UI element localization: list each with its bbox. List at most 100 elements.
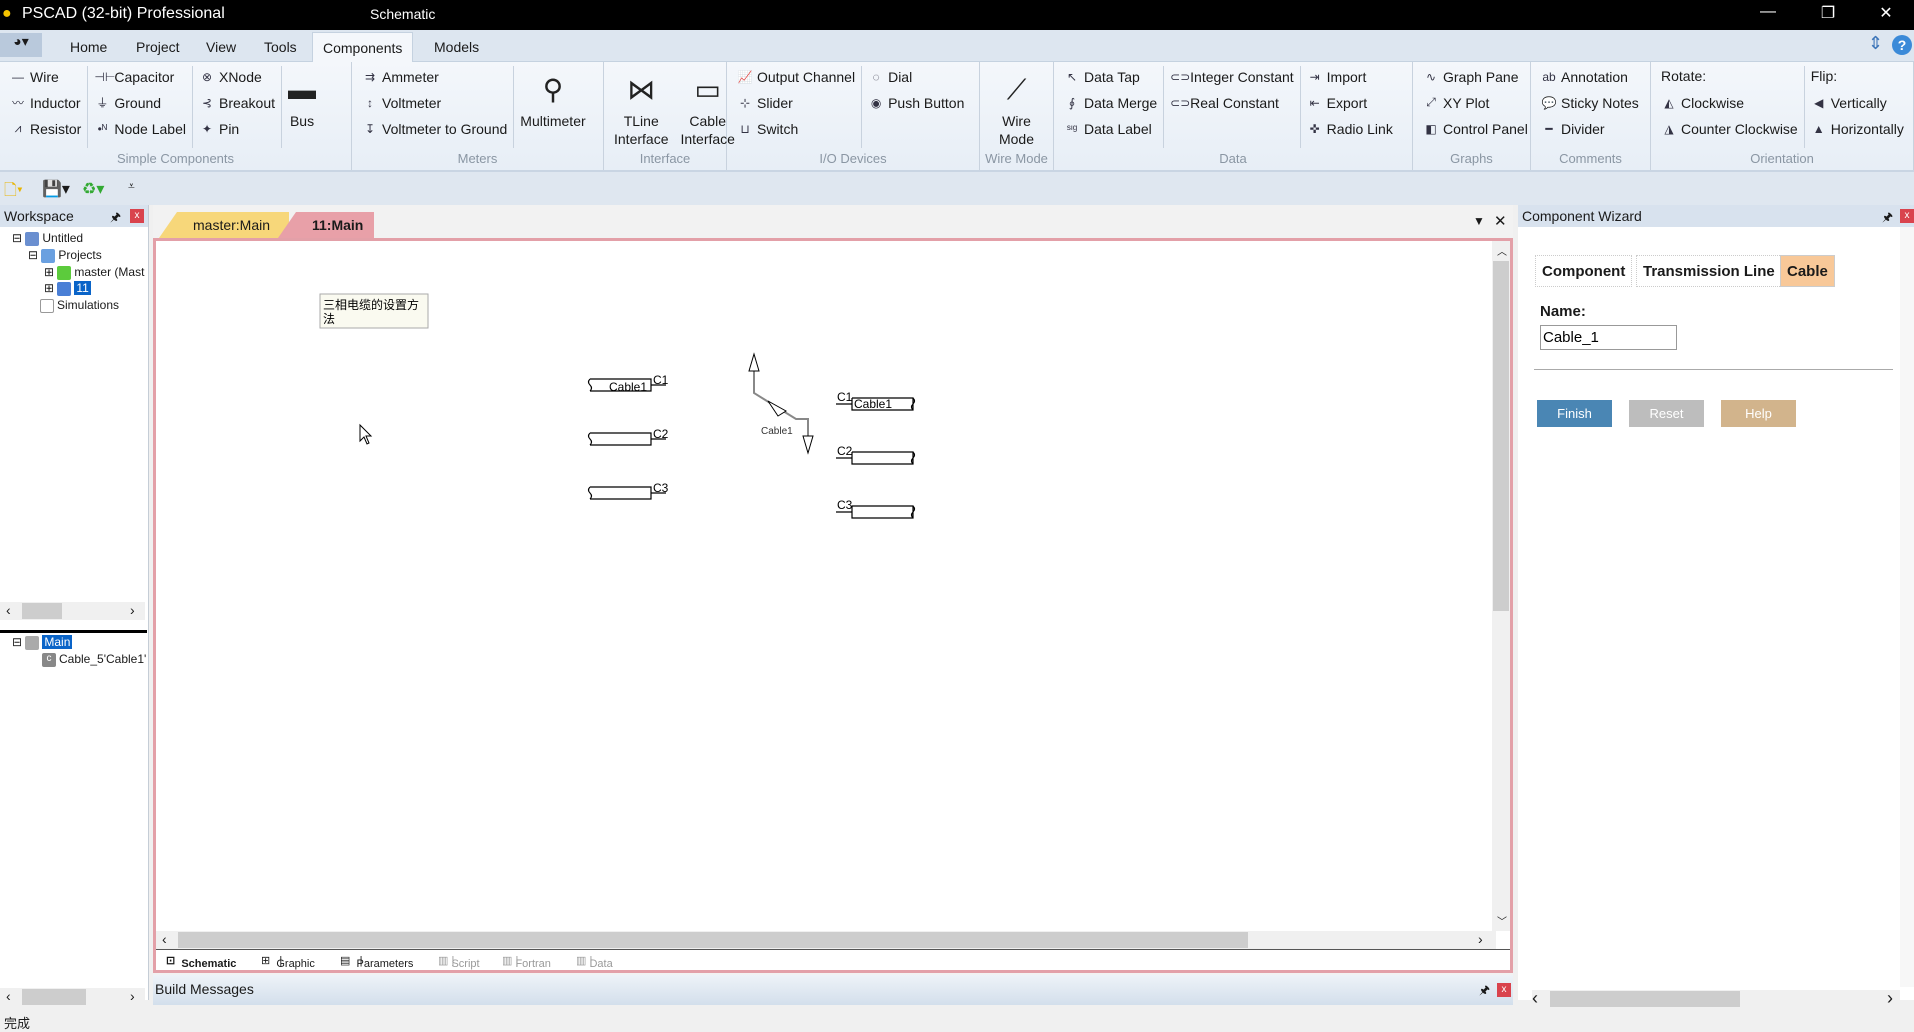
slider-button[interactable]: ⊹ Slider [737, 92, 855, 113]
ribbon-column: Rotate: ◭ Clockwise ◮ Counter Clockwise [1655, 66, 1805, 148]
ground-button[interactable]: ⏚ Ground [94, 92, 186, 113]
push-button-button[interactable]: ◉ Push Button [868, 92, 965, 113]
app-menu-button[interactable]: ◕▾ [0, 33, 42, 57]
inductor-button[interactable]: 〰 Inductor [10, 92, 81, 113]
annotation-button[interactable]: ab Annotation [1541, 66, 1639, 87]
flip-horizontally-button[interactable]: ▲ Horizontally [1811, 118, 1904, 139]
switch-icon: ⊔ [740, 121, 750, 136]
switch-button[interactable]: ⊔ Switch [737, 118, 855, 139]
doc-tab-11-main[interactable]: 11:Main [278, 212, 374, 238]
workspace-hscrollbar-2[interactable]: ‹ › [0, 988, 145, 1006]
tab-home[interactable]: Home [60, 36, 117, 58]
component-icon: c [42, 652, 56, 667]
ribbon-collapse-icon[interactable]: ⇕ [1868, 33, 1883, 54]
close-button[interactable]: ✕ [1866, 3, 1906, 23]
workspace-hscrollbar[interactable]: ‹ › [0, 602, 145, 620]
tab-tools[interactable]: Tools [254, 36, 307, 58]
breakout-button[interactable]: ⊰ Breakout [199, 92, 275, 113]
restore-button[interactable]: ❐ [1808, 3, 1848, 23]
xy-plot-button[interactable]: ⤢ XY Plot [1423, 92, 1528, 113]
flip-vertically-button[interactable]: ◀ Vertically [1811, 92, 1904, 113]
customize-icon[interactable]: ⩡ [128, 179, 135, 194]
integer-constant-button[interactable]: ⊂⊃ Integer Constant [1170, 66, 1294, 87]
pin-icon[interactable]: 🖈 [110, 208, 121, 229]
data-merge-button[interactable]: ∮ Data Merge [1064, 92, 1157, 113]
output-channel-button[interactable]: 📈 Output Channel [737, 66, 856, 87]
schematic-canvas[interactable]: 三相电缆的设置方 法 Cable1 C1 C2 C3 Cable1 C1 C2 … [156, 241, 1496, 931]
canvas-vscrollbar[interactable]: ︿ ﹀ [1492, 241, 1510, 931]
ammeter-button[interactable]: ⇉ Ammeter [362, 66, 507, 87]
tree-item-master[interactable]: ⊞ master (Mast [44, 265, 144, 280]
voltmeter-to-ground-button[interactable]: ↧ Voltmeter to Ground [362, 118, 507, 139]
tab-components[interactable]: Components [312, 32, 414, 63]
view-tab-data[interactable]: ▥ Data | [576, 954, 613, 970]
new-icon[interactable]: 🗋▾ [4, 179, 23, 206]
cable-selection-glyph[interactable] [748, 352, 814, 455]
multimeter-icon: ⚲ [542, 74, 564, 105]
button-label: Vertically [1830, 94, 1887, 111]
tree-item-cable[interactable]: c Cable_5'Cable1' [42, 652, 146, 667]
dial-button[interactable]: ◌ Dial [868, 66, 964, 87]
wizard-hscrollbar[interactable]: ‹ › [1532, 988, 1900, 1008]
tab-project[interactable]: Project [126, 36, 190, 58]
pin-icon[interactable]: 🖈 [1479, 981, 1490, 1002]
tab-view[interactable]: View [196, 36, 246, 58]
doc-tab-master-main[interactable]: master:Main [159, 212, 289, 238]
node-label-button[interactable]: •ᴺ Node Label [94, 118, 186, 139]
control-panel-button[interactable]: ◧ Control Panel [1423, 118, 1528, 139]
radio-link-button[interactable]: ✜ Radio Link [1307, 118, 1393, 139]
close-wizard-button[interactable]: x [1900, 209, 1914, 223]
help-button[interactable]: Help [1721, 400, 1796, 427]
data-label-button[interactable]: ˢᶦᵍ Data Label [1064, 118, 1157, 139]
resistor-button[interactable]: ⩘ Resistor [10, 118, 82, 139]
wire-button[interactable]: — Wire [10, 66, 81, 87]
wizard-tab-component[interactable]: Component [1535, 255, 1633, 287]
wizard-tab-cable[interactable]: Cable [1780, 255, 1835, 287]
tree-item-untitled[interactable]: ⊟ Untitled [12, 231, 83, 246]
wizard-vscrollbar[interactable] [1900, 227, 1914, 987]
control-panel-icon: ◧ [1425, 121, 1437, 136]
ribbon-heading: Flip: [1810, 68, 1838, 84]
tree-item-main[interactable]: ⊟ Main [12, 635, 73, 650]
xnode-button[interactable]: ⊗ XNode [199, 66, 275, 87]
minimize-button[interactable]: — [1748, 3, 1788, 21]
canvas-hscrollbar[interactable]: ‹ › [156, 931, 1496, 949]
graph-pane-button[interactable]: ∿ Graph Pane [1423, 66, 1528, 87]
view-tab-script[interactable]: ▥ Script | [438, 954, 480, 970]
divider-button[interactable]: ━ Divider [1541, 118, 1639, 139]
pin-icon[interactable]: 🖈 [1882, 208, 1893, 229]
view-tab-parameters[interactable]: ▤ Parameters | [340, 954, 413, 970]
tab-list-icon[interactable]: ▼ [1473, 214, 1485, 228]
import-button[interactable]: ⇥ Import [1307, 66, 1393, 87]
real-constant-button[interactable]: ⊂⊃ Real Constant [1170, 92, 1294, 113]
capacitor-button[interactable]: ⊣⊢ Capacitor [94, 66, 186, 87]
wizard-tab-transmission-line[interactable]: Transmission Line [1636, 255, 1782, 287]
close-workspace-button[interactable]: x [130, 209, 144, 223]
export-button[interactable]: ⇤ Export [1307, 92, 1393, 113]
help-icon[interactable]: ? [1892, 35, 1912, 55]
tree-item-projects[interactable]: ⊟ Projects [28, 248, 102, 263]
finish-button[interactable]: Finish [1537, 400, 1612, 427]
sticky-notes-button[interactable]: 💬 Sticky Notes [1541, 92, 1639, 113]
close-doc-icon[interactable]: ✕ [1494, 212, 1507, 230]
tree-item-11[interactable]: ⊞ 11 [44, 281, 91, 296]
tree-item-simulations[interactable]: Simulations [40, 298, 119, 313]
data-tap-button[interactable]: ↖ Data Tap [1064, 66, 1157, 87]
pin-button[interactable]: ✦ Pin [199, 118, 275, 139]
rotate-counter-clockwise-button[interactable]: ◮ Counter Clockwise [1661, 118, 1797, 139]
data-label-icon: ˢᶦᵍ [1066, 121, 1078, 136]
view-tab-schematic[interactable]: ⊡ Schematic [166, 954, 236, 970]
close-build-button[interactable]: x [1497, 983, 1511, 997]
voltmeter-button[interactable]: ↕ Voltmeter [362, 92, 507, 113]
rotate-clockwise-icon: ◭ [1664, 95, 1674, 110]
refresh-icon[interactable]: ♻▾ [82, 179, 104, 199]
tab-models[interactable]: Models [424, 36, 489, 58]
view-tab-fortran[interactable]: ▥ Fortran | [502, 954, 551, 970]
annotation-box[interactable]: 三相电缆的设置方 法 [319, 293, 429, 329]
view-tab-graphic[interactable]: ⊞ Graphic | [261, 954, 315, 970]
rotate-clockwise-button[interactable]: ◭ Clockwise [1661, 92, 1798, 113]
real-constant-icon: ⊂⊃ [1170, 95, 1191, 110]
save-icon[interactable]: 💾▾ [42, 179, 70, 199]
reset-button[interactable]: Reset [1629, 400, 1704, 427]
name-input[interactable] [1540, 325, 1677, 350]
